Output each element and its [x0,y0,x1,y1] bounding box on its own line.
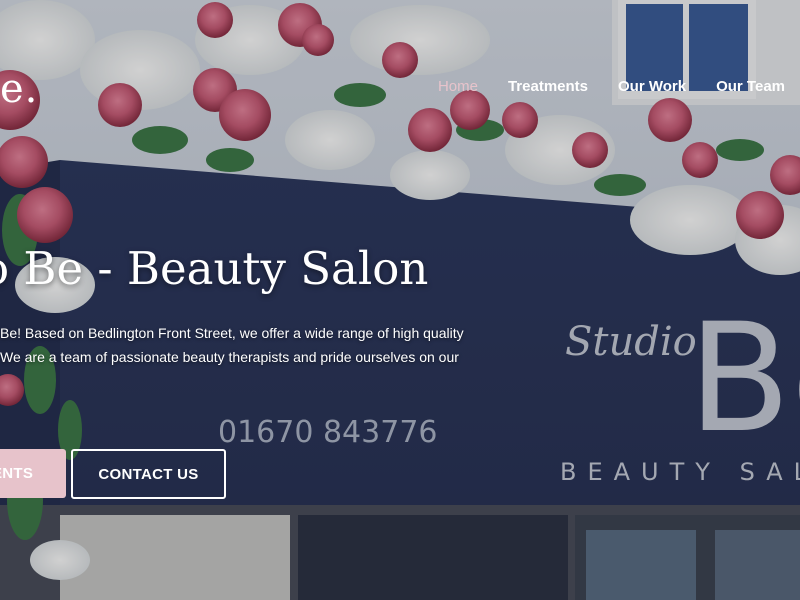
hero-intro: Be! Based on Bedlington Front Street, we… [0,321,520,369]
nav-item-home[interactable]: Home [423,78,493,95]
intro-line-1: Be! Based on Bedlington Front Street, we… [0,325,464,341]
contact-us-button[interactable]: CONTACT US [71,449,226,499]
nav-item-treatments[interactable]: Treatments [493,78,603,95]
nav-item-our-work[interactable]: Our Work [603,78,701,95]
main-nav: Home Treatments Our Work Our Team [423,78,800,95]
site-logo[interactable]: e. [0,66,38,112]
hero-title: o Be - Beauty Salon [0,242,429,295]
nav-item-our-team[interactable]: Our Team [701,78,800,95]
intro-line-2: We are a team of passionate beauty thera… [0,349,459,365]
treatments-button[interactable]: ENTS [0,449,66,498]
